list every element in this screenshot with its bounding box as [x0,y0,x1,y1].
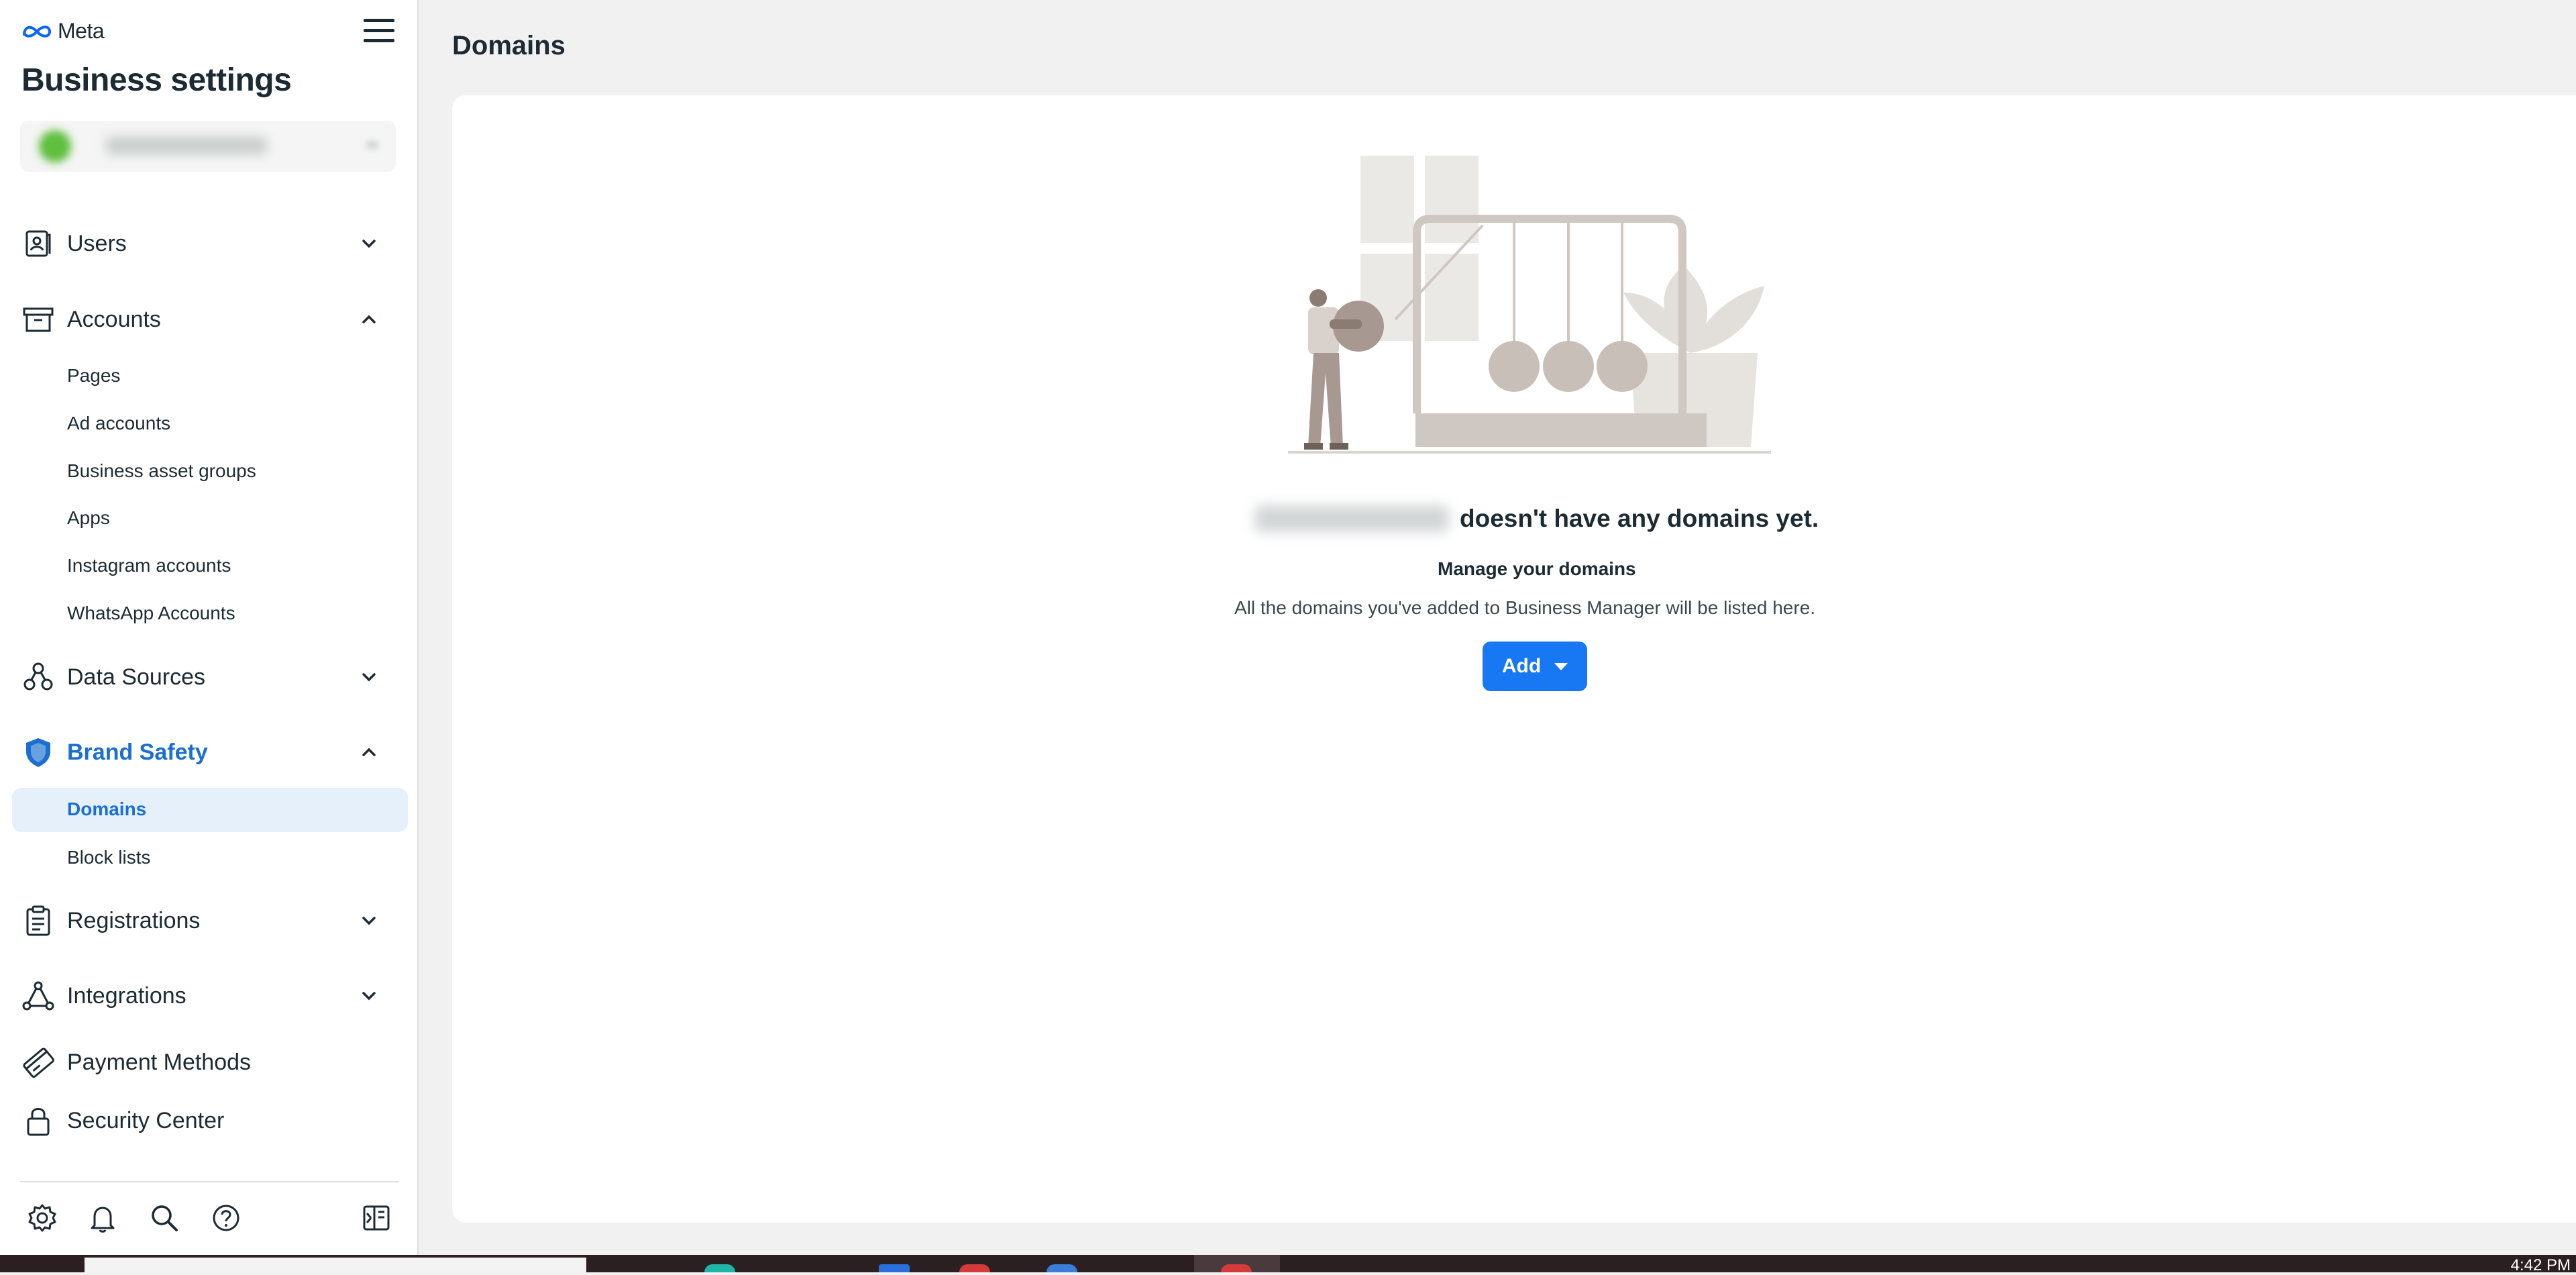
sidebar-section-users[interactable]: Users [0,220,419,267]
taskbar-app-icon[interactable] [1046,1264,1077,1272]
chevron-up-icon [362,315,376,323]
business-account-switcher[interactable] [20,121,396,172]
meta-infinity-icon [23,25,52,38]
empty-state-subheading: Manage your domains [1438,558,1636,579]
sidebar-section-brand-safety[interactable]: Brand Safety [0,729,419,776]
sidebar-item-label: Domains [67,799,147,819]
sidebar-section-label: Registrations [67,907,201,933]
users-badge-icon [20,225,56,262]
taskbar-search-area[interactable] [85,1258,586,1272]
sidebar-section-label: Integrations [67,982,186,1009]
sidebar-section-payment-methods[interactable]: Payment Methods [0,1039,419,1086]
chevron-down-icon [362,673,376,682]
hamburger-menu-icon[interactable] [364,19,394,46]
sidebar-item-instagram-accounts[interactable]: Instagram accounts [67,555,231,576]
sidebar: Meta Business settings Users Accounts Pa… [0,0,419,1255]
empty-state-description: All the domains you've added to Business… [1234,597,1816,618]
notifications-bell-icon[interactable] [85,1200,121,1236]
business-avatar [39,130,71,162]
sidebar-section-integrations[interactable]: Integrations [0,972,419,1019]
archive-box-icon [20,301,56,338]
sidebar-section-label: Payment Methods [67,1049,252,1075]
sidebar-section-label: Security Center [67,1107,225,1133]
meta-logo[interactable]: Meta [21,19,105,44]
sidebar-section-label: Brand Safety [67,739,208,765]
taskbar-app-icon[interactable] [879,1264,910,1272]
chevron-down-icon [362,992,376,1001]
taskbar-app-icon[interactable] [1221,1264,1252,1272]
switcher-caret-icon [366,141,378,149]
add-domain-button[interactable]: Add [1483,642,1587,691]
sidebar-item-domains[interactable]: Domains [12,788,408,832]
sidebar-section-data-sources[interactable]: Data Sources [0,654,419,701]
chevron-up-icon [362,748,376,756]
business-name-blurred [1254,505,1449,532]
sidebar-item-block-lists[interactable]: Block lists [67,847,150,868]
shield-icon [20,734,56,770]
clipboard-icon [20,903,56,939]
sidebar-section-label: Data Sources [67,664,205,690]
sidebar-item-pages[interactable]: Pages [67,365,120,387]
add-button-label: Add [1501,655,1542,677]
sidebar-item-apps[interactable]: Apps [67,507,110,529]
sidebar-item-ad-accounts[interactable]: Ad accounts [67,413,170,434]
taskbar-app-icon[interactable] [959,1264,990,1272]
help-question-icon[interactable] [208,1200,244,1236]
caret-down-icon [1554,662,1568,670]
chevron-down-icon [362,240,376,248]
credit-card-icon [20,1044,56,1080]
lock-icon [20,1103,56,1139]
taskbar-app-icon[interactable] [704,1264,735,1272]
search-icon[interactable] [146,1200,182,1236]
sidebar-section-label: Users [67,230,127,256]
sidebar-section-registrations[interactable]: Registrations [0,897,419,944]
settings-gear-icon[interactable] [24,1200,60,1236]
sidebar-item-whatsapp-accounts[interactable]: WhatsApp Accounts [67,603,235,624]
sidebar-item-business-asset-groups[interactable]: Business asset groups [67,460,256,482]
chevron-down-icon [362,917,376,925]
sidebar-footer-divider [20,1181,398,1182]
business-name-blurred [106,137,267,154]
sidebar-section-security-center[interactable]: Security Center [0,1097,419,1144]
sidebar-section-label: Accounts [67,306,161,332]
sidebar-section-accounts[interactable]: Accounts [0,296,419,343]
sidebar-toggle-icon[interactable] [358,1200,394,1236]
page-heading: Business settings [21,62,292,98]
data-sources-nodes-icon [20,659,56,695]
main-page-title: Domains [452,31,566,60]
empty-state-heading-text: doesn't have any domains yet. [1460,505,1819,532]
meta-logo-text: Meta [58,19,105,43]
empty-state-heading: doesn't have any domains yet. [1254,500,1819,538]
empty-state-illustration [1288,156,1771,454]
integrations-triangle-icon [20,978,56,1014]
